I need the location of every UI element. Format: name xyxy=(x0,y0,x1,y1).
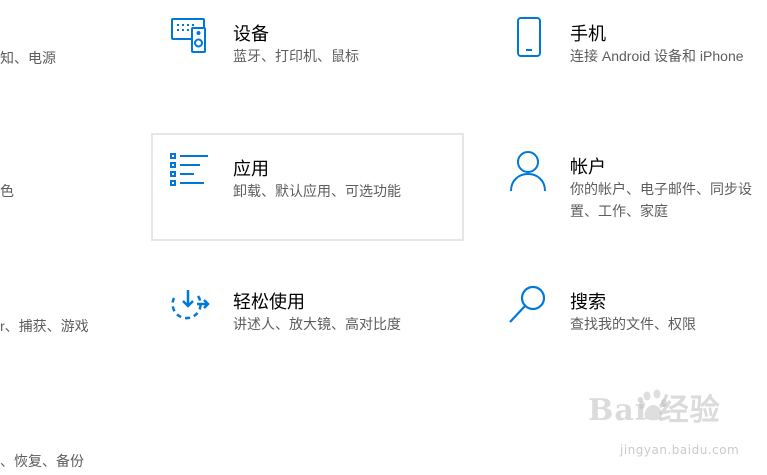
tile-title: 手机 xyxy=(570,24,606,44)
tile-description: 卸载、默认应用、可选功能 xyxy=(233,183,401,199)
phone-icon xyxy=(508,14,552,58)
tile-title: 帐户 xyxy=(570,157,606,177)
apps-list-icon xyxy=(168,151,212,195)
tile-description: 你的帐户、电子邮件、同步设 xyxy=(570,181,752,197)
settings-tile-accounts[interactable]: 帐户 你的帐户、电子邮件、同步设 置、工作、家庭 xyxy=(492,133,767,241)
tile-title: 轻松使用 xyxy=(233,292,305,312)
left-column-fragment: 知、电源 xyxy=(0,50,56,66)
devices-icon xyxy=(168,14,212,58)
settings-tile-phone[interactable]: 手机 连接 Android 设备和 iPhone xyxy=(492,0,767,110)
tile-description: 连接 Android 设备和 iPhone xyxy=(570,48,744,64)
tile-title: 搜索 xyxy=(570,292,606,312)
baidu-paw-icon xyxy=(639,389,667,421)
ease-of-access-icon xyxy=(168,284,212,328)
left-column-fragment: 、恢复、备份 xyxy=(0,453,84,469)
tile-description: 查找我的文件、权限 xyxy=(570,316,696,332)
left-column-fragment: r、捕获、游戏 xyxy=(0,318,89,334)
tile-title: 设备 xyxy=(233,24,269,44)
settings-tile-ease-of-access[interactable]: 轻松使用 讲述人、放大镜、高对比度 xyxy=(152,268,464,378)
settings-tile-devices[interactable]: 设备 蓝牙、打印机、鼠标 xyxy=(152,0,464,110)
search-icon xyxy=(508,284,552,328)
tile-description: 讲述人、放大镜、高对比度 xyxy=(233,316,401,332)
settings-tile-search[interactable]: 搜索 查找我的文件、权限 xyxy=(492,268,767,378)
watermark-url: jingyan.baidu.com xyxy=(620,443,740,457)
tile-description: 蓝牙、打印机、鼠标 xyxy=(233,48,359,64)
tile-title: 应用 xyxy=(233,159,269,179)
left-column-fragment: 色 xyxy=(0,183,14,199)
tile-description-line2: 置、工作、家庭 xyxy=(570,203,668,219)
person-icon xyxy=(508,149,552,193)
settings-tile-apps[interactable]: 应用 卸载、默认应用、可选功能 xyxy=(151,133,464,241)
